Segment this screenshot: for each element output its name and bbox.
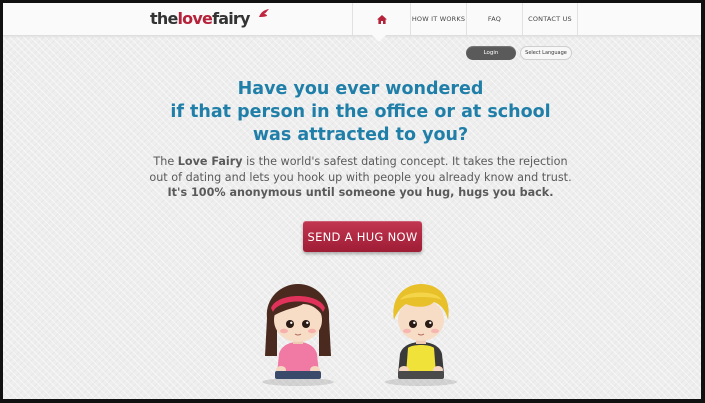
nav-active-pointer: [372, 35, 386, 42]
headline-line-1: Have you ever wondered: [237, 79, 484, 99]
fairy-wing-icon: [259, 9, 269, 17]
nav-item-contact-us[interactable]: CONTACT US: [522, 3, 578, 35]
nav-item-home[interactable]: [352, 3, 410, 35]
home-icon: [376, 14, 387, 24]
main-nav: HOW IT WORKS FAQ CONTACT US: [352, 3, 578, 35]
description-line-2: out of dating and lets you hook up with …: [149, 170, 572, 184]
select-language-button[interactable]: Select Language: [520, 46, 572, 60]
description-text: is the world's safest dating concept. It…: [242, 155, 568, 168]
site-logo[interactable]: thelovefairy: [150, 9, 250, 29]
girl-illustration: [262, 284, 334, 386]
nav-item-how-it-works[interactable]: HOW IT WORKS: [410, 3, 466, 35]
logo-part-love: love: [177, 9, 213, 28]
nav-item-faq[interactable]: FAQ: [466, 3, 522, 35]
nav-label-how-it-works: HOW IT WORKS: [411, 15, 466, 23]
logo-part-fairy: fairy: [212, 9, 250, 28]
site-header: thelovefairy HOW IT WORKS FAQ CONTACT US: [3, 3, 701, 36]
headline-line-3: was attracted to you?: [252, 125, 469, 145]
hero-headline: Have you ever wondered if that person in…: [103, 78, 618, 147]
description-line-3: It's 100% anonymous until someone you hu…: [167, 186, 554, 199]
page-frame: thelovefairy HOW IT WORKS FAQ CONTACT US…: [3, 3, 701, 399]
nav-label-contact-us: CONTACT US: [528, 15, 572, 23]
logo-part-the: the: [150, 9, 178, 28]
send-hug-button[interactable]: SEND A HUG NOW: [303, 221, 422, 252]
login-button[interactable]: Login: [466, 46, 516, 60]
headline-line-2: if that person in the office or at schoo…: [170, 102, 551, 122]
brand-name: Love Fairy: [177, 155, 243, 168]
hero-description: The Love Fairy is the world's safest dat…: [103, 154, 618, 201]
boy-illustration: [385, 284, 457, 386]
description-line-1: The Love Fairy is the world's safest dat…: [103, 154, 618, 170]
nav-label-faq: FAQ: [487, 15, 502, 23]
description-text: The: [153, 155, 178, 168]
